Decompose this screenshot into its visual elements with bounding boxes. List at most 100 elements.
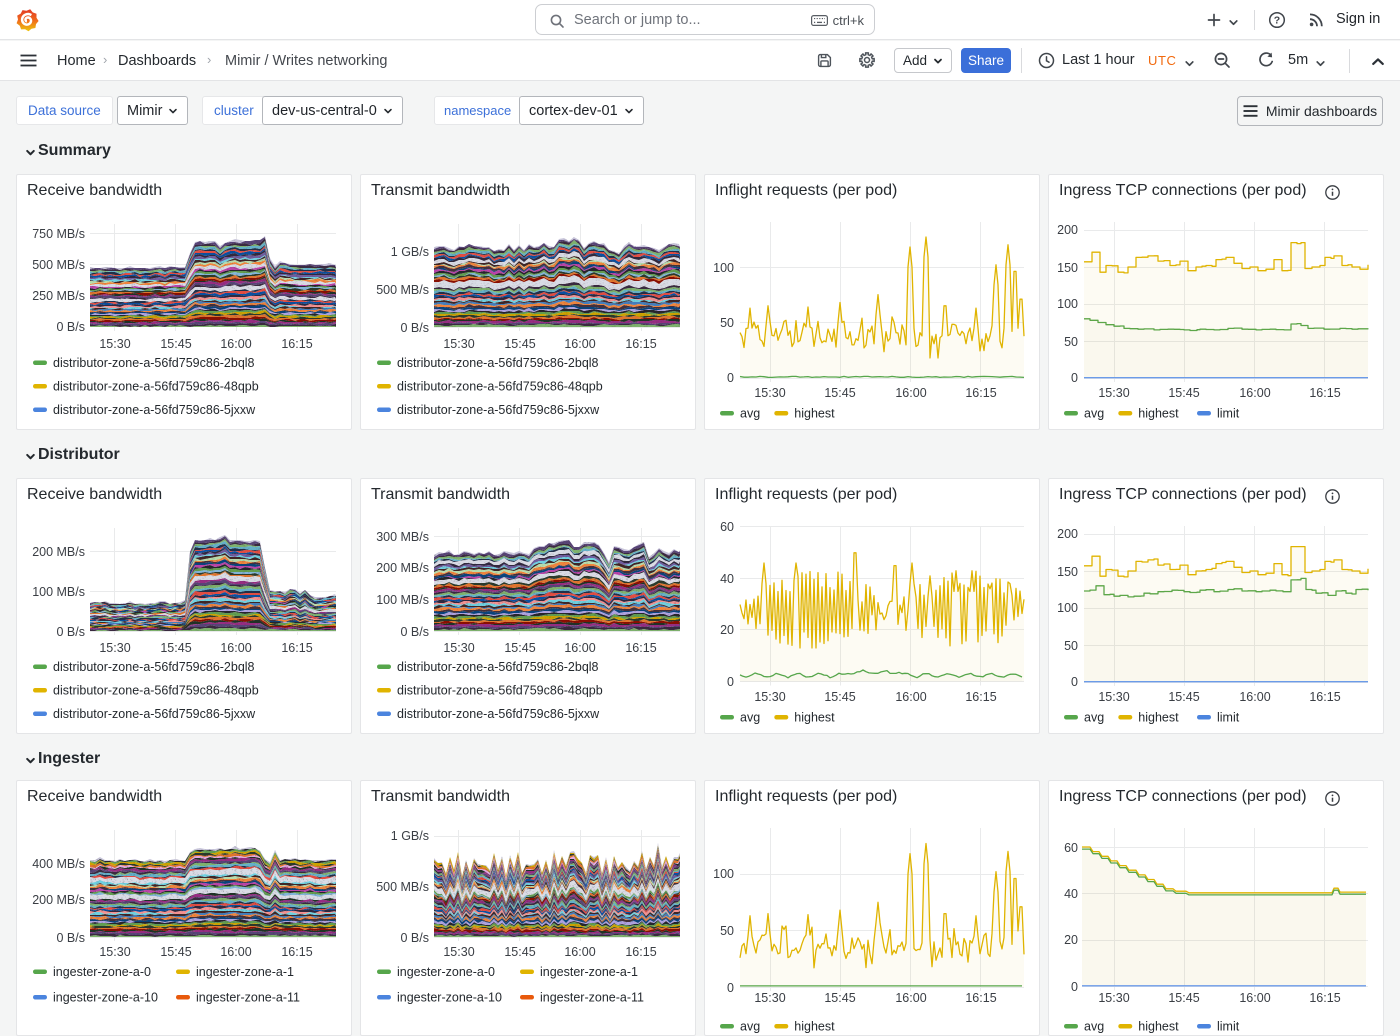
svg-text:0: 0 [1071, 980, 1078, 994]
svg-text:distributor-zone-a-56fd759c86-: distributor-zone-a-56fd759c86-5jxxw [397, 403, 600, 417]
svg-text:60: 60 [720, 520, 734, 534]
svg-text:distributor-zone-a-56fd759c86-: distributor-zone-a-56fd759c86-2bql8 [397, 660, 599, 674]
svg-text:0 B/s: 0 B/s [57, 625, 86, 639]
svg-text:16:15: 16:15 [965, 991, 996, 1005]
svg-text:50: 50 [1064, 335, 1078, 349]
svg-text:15:45: 15:45 [824, 386, 855, 400]
svg-text:300 MB/s: 300 MB/s [376, 530, 429, 544]
svg-text:16:15: 16:15 [625, 337, 656, 351]
svg-text:16:00: 16:00 [895, 991, 926, 1005]
svg-text:ingester-zone-a-1: ingester-zone-a-1 [196, 965, 294, 979]
svg-text:distributor-zone-a-56fd759c86-: distributor-zone-a-56fd759c86-48qpb [397, 684, 603, 698]
svg-text:16:15: 16:15 [965, 690, 996, 704]
svg-text:ingester-zone-a-11: ingester-zone-a-11 [196, 991, 300, 1005]
svg-text:16:00: 16:00 [220, 945, 251, 959]
svg-text:highest: highest [1138, 407, 1179, 421]
svg-text:200: 200 [1057, 223, 1078, 237]
svg-text:100: 100 [713, 867, 734, 881]
svg-text:16:15: 16:15 [281, 641, 312, 655]
svg-text:16:00: 16:00 [220, 337, 251, 351]
svg-text:ingester-zone-a-0: ingester-zone-a-0 [53, 965, 151, 979]
svg-text:200 MB/s: 200 MB/s [32, 545, 85, 559]
svg-text:500 MB/s: 500 MB/s [376, 880, 429, 894]
svg-text:500 MB/s: 500 MB/s [376, 283, 429, 297]
svg-text:highest: highest [794, 1020, 835, 1034]
svg-text:16:15: 16:15 [625, 945, 656, 959]
svg-text:distributor-zone-a-56fd759c86-: distributor-zone-a-56fd759c86-2bql8 [53, 660, 255, 674]
svg-text:250 MB/s: 250 MB/s [32, 289, 85, 303]
svg-text:16:15: 16:15 [281, 945, 312, 959]
svg-text:avg: avg [1084, 407, 1104, 421]
svg-text:40: 40 [720, 572, 734, 586]
svg-text:distributor-zone-a-56fd759c86-: distributor-zone-a-56fd759c86-5jxxw [53, 707, 256, 721]
svg-text:distributor-zone-a-56fd759c86-: distributor-zone-a-56fd759c86-2bql8 [397, 356, 599, 370]
svg-text:100: 100 [1057, 297, 1078, 311]
svg-text:avg: avg [740, 1020, 760, 1034]
svg-text:15:30: 15:30 [754, 386, 785, 400]
svg-text:?: ? [1274, 15, 1280, 27]
svg-text:highest: highest [1138, 711, 1179, 725]
svg-text:15:30: 15:30 [99, 945, 130, 959]
svg-text:15:45: 15:45 [1168, 386, 1199, 400]
svg-text:15:30: 15:30 [99, 337, 130, 351]
svg-text:ingester-zone-a-10: ingester-zone-a-10 [53, 991, 158, 1005]
svg-text:0: 0 [727, 981, 734, 995]
svg-text:limit: limit [1217, 1020, 1240, 1034]
svg-text:16:00: 16:00 [1239, 991, 1270, 1005]
svg-text:limit: limit [1217, 711, 1240, 725]
svg-text:200: 200 [1057, 527, 1078, 541]
svg-text:150: 150 [1057, 565, 1078, 579]
svg-text:20: 20 [1064, 933, 1078, 947]
svg-text:16:00: 16:00 [895, 386, 926, 400]
svg-text:16:15: 16:15 [965, 386, 996, 400]
svg-text:16:00: 16:00 [564, 641, 595, 655]
svg-text:16:00: 16:00 [895, 690, 926, 704]
svg-text:distributor-zone-a-56fd759c86-: distributor-zone-a-56fd759c86-48qpb [53, 380, 259, 394]
svg-text:15:45: 15:45 [504, 337, 535, 351]
svg-text:distributor-zone-a-56fd759c86-: distributor-zone-a-56fd759c86-48qpb [53, 684, 259, 698]
svg-text:1 GB/s: 1 GB/s [391, 245, 429, 259]
svg-text:1 GB/s: 1 GB/s [391, 829, 429, 843]
svg-text:highest: highest [794, 711, 835, 725]
svg-text:15:30: 15:30 [1098, 991, 1129, 1005]
svg-text:16:00: 16:00 [1239, 386, 1270, 400]
svg-text:0 B/s: 0 B/s [401, 321, 430, 335]
svg-text:16:00: 16:00 [564, 945, 595, 959]
svg-text:50: 50 [720, 316, 734, 330]
svg-text:0: 0 [1071, 675, 1078, 689]
svg-text:0 B/s: 0 B/s [57, 320, 86, 334]
svg-text:16:15: 16:15 [1309, 386, 1340, 400]
svg-text:200 MB/s: 200 MB/s [32, 893, 85, 907]
svg-text:15:45: 15:45 [824, 991, 855, 1005]
svg-text:750 MB/s: 750 MB/s [32, 227, 85, 241]
svg-text:0: 0 [727, 675, 734, 689]
svg-text:16:15: 16:15 [1309, 690, 1340, 704]
svg-text:200 MB/s: 200 MB/s [376, 561, 429, 575]
svg-text:50: 50 [720, 924, 734, 938]
svg-text:15:45: 15:45 [160, 337, 191, 351]
svg-text:16:15: 16:15 [625, 641, 656, 655]
svg-text:0: 0 [1071, 371, 1078, 385]
svg-text:400 MB/s: 400 MB/s [32, 857, 85, 871]
svg-text:0 B/s: 0 B/s [401, 931, 430, 945]
svg-text:15:45: 15:45 [1168, 690, 1199, 704]
svg-text:16:00: 16:00 [220, 641, 251, 655]
svg-text:150: 150 [1057, 261, 1078, 275]
svg-text:0 B/s: 0 B/s [401, 625, 430, 639]
svg-text:distributor-zone-a-56fd759c86-: distributor-zone-a-56fd759c86-5jxxw [53, 403, 256, 417]
svg-text:avg: avg [1084, 711, 1104, 725]
svg-text:0: 0 [727, 371, 734, 385]
svg-text:100 MB/s: 100 MB/s [32, 585, 85, 599]
svg-text:highest: highest [1138, 1020, 1179, 1034]
svg-text:20: 20 [720, 623, 734, 637]
svg-text:avg: avg [740, 407, 760, 421]
svg-text:100: 100 [713, 261, 734, 275]
svg-text:distributor-zone-a-56fd759c86-: distributor-zone-a-56fd759c86-48qpb [397, 380, 603, 394]
svg-text:15:30: 15:30 [754, 991, 785, 1005]
svg-text:15:45: 15:45 [504, 945, 535, 959]
svg-text:15:30: 15:30 [1098, 690, 1129, 704]
svg-text:0 B/s: 0 B/s [57, 931, 86, 945]
svg-text:15:30: 15:30 [99, 641, 130, 655]
svg-text:15:30: 15:30 [443, 945, 474, 959]
svg-text:15:30: 15:30 [443, 641, 474, 655]
